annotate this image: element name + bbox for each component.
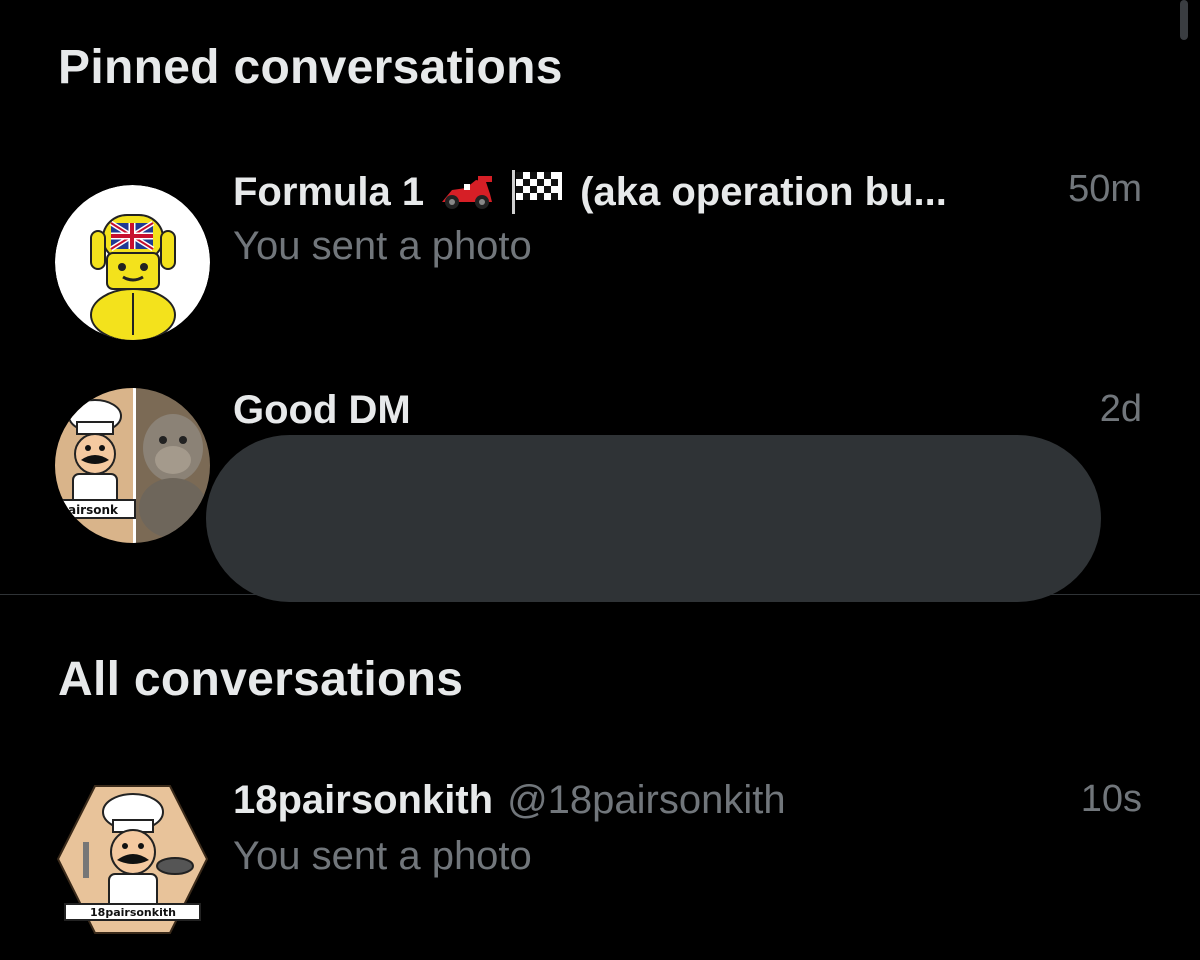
group-avatar-icon: airsonk xyxy=(55,388,210,543)
conversation-handle: @18pairsonkith xyxy=(507,778,786,822)
conversation-timestamp: 10s xyxy=(1080,778,1142,820)
avatar[interactable]: 18pairsonkith xyxy=(55,782,210,937)
conversation-preview: You sent a photo xyxy=(233,834,532,878)
race-car-icon xyxy=(438,172,496,212)
conversation-name[interactable]: 18pairsonkith @18pairsonkith xyxy=(233,778,786,823)
conversation-timestamp: 2d xyxy=(1099,388,1142,430)
checkered-flag-icon xyxy=(510,168,566,216)
conversation-title-suffix: (aka operation bu... xyxy=(580,169,947,214)
pinned-conversations-title: Pinned conversations xyxy=(58,41,563,94)
chef-logo-avatar-icon: 18pairsonkith xyxy=(56,785,209,934)
svg-text:18pairsonkith: 18pairsonkith xyxy=(90,906,176,919)
scrollbar[interactable] xyxy=(1180,0,1188,40)
conversation-title: Good DM xyxy=(233,388,411,432)
conversation-timestamp: 50m xyxy=(1068,168,1142,210)
redacted-preview xyxy=(206,435,1101,602)
section-divider xyxy=(0,594,1200,595)
avatar[interactable]: airsonk xyxy=(55,388,210,543)
all-conversations-title: All conversations xyxy=(58,653,464,706)
conversation-title: 18pairsonkith xyxy=(233,778,494,822)
conversation-preview: You sent a photo xyxy=(233,224,532,268)
conversation-name[interactable]: Good DM xyxy=(233,388,411,433)
avatar[interactable] xyxy=(55,185,210,340)
conversation-row-formula-1[interactable]: Formula 1 (aka operation bu... 50m You s… xyxy=(0,150,1200,350)
conversation-title: Formula 1 xyxy=(233,169,425,214)
conversation-name[interactable]: Formula 1 (aka operation bu... xyxy=(233,168,947,216)
yellow-character-avatar-icon xyxy=(55,185,210,340)
conversation-row-18pairsonkith[interactable]: 18pairsonkith 18pairsonkith @18pairsonki… xyxy=(0,760,1200,960)
svg-text:airsonk: airsonk xyxy=(68,503,119,517)
